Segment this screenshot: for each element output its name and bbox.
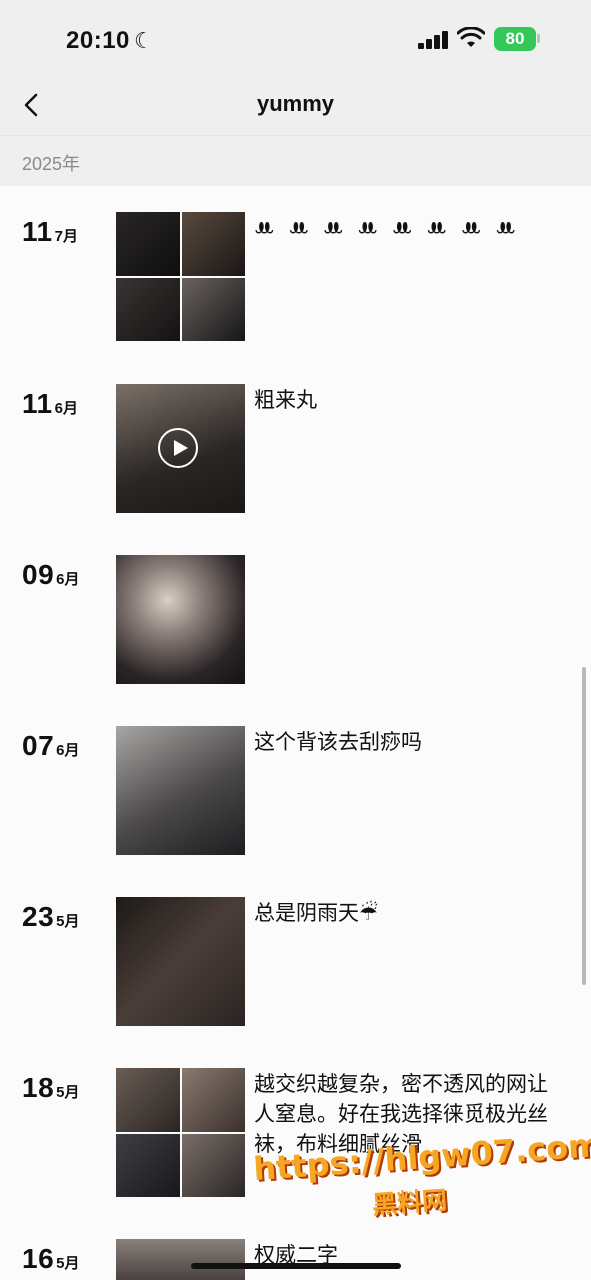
- photo-thumbnail[interactable]: [116, 1239, 245, 1280]
- entry-date: 11 6月: [22, 388, 78, 420]
- play-icon[interactable]: [158, 428, 198, 468]
- scrollbar[interactable]: [582, 667, 586, 985]
- photo-thumbnail[interactable]: [116, 555, 245, 684]
- entry-day: 11: [22, 216, 53, 247]
- wifi-icon: [457, 27, 485, 47]
- entry-month: 6月: [56, 571, 80, 588]
- entry-day: 18: [22, 1072, 55, 1103]
- home-indicator[interactable]: [191, 1263, 401, 1269]
- entry-month: 5月: [56, 913, 80, 930]
- entry-date: 18 5月: [22, 1072, 80, 1104]
- entry-month: 6月: [54, 400, 78, 417]
- entry-date: 07 6月: [22, 730, 80, 762]
- photo-thumbnail[interactable]: [116, 726, 245, 855]
- entry-day: 16: [22, 1243, 55, 1274]
- entry-caption: ꔚ ꔚ ꔚ ꔚ ꔚ ꔚ ꔚ ꔚ: [254, 217, 520, 240]
- entry-day: 23: [22, 901, 55, 932]
- entry-date: 16 5月: [22, 1243, 80, 1275]
- entry-month: 7月: [54, 228, 78, 245]
- photo-cell: [181, 277, 245, 341]
- year-label: 2025年: [22, 154, 81, 174]
- entry-caption: 这个背该去刮痧吗: [254, 731, 422, 754]
- entry-caption: 粗来丸: [254, 389, 317, 412]
- page-title: yummy: [256, 91, 335, 116]
- status-bar: 20:10 ☾ 80: [0, 0, 591, 80]
- battery-icon: 80: [494, 27, 536, 51]
- video-thumbnail[interactable]: [116, 384, 245, 513]
- moon-icon: ☾: [134, 28, 154, 53]
- status-time: 20:10: [66, 27, 130, 54]
- entry-day: 11: [22, 388, 53, 419]
- entry-day: 09: [22, 559, 55, 590]
- year-section-header: 2025年: [0, 135, 591, 186]
- cellular-signal-icon: [418, 31, 450, 49]
- photo-cell: [116, 1133, 180, 1197]
- photo-grid-thumbnail[interactable]: [116, 1068, 245, 1197]
- watermark-name: 黑料网: [371, 1185, 449, 1220]
- photo-cell: [181, 1068, 245, 1132]
- photo-cell: [116, 212, 180, 276]
- entry-date: 23 5月: [22, 901, 80, 933]
- entry-date: 11 7月: [22, 216, 78, 248]
- entry-month: 5月: [56, 1084, 80, 1101]
- entry-month: 5月: [56, 1255, 80, 1272]
- photo-cell: [181, 212, 245, 276]
- entry-caption: 总是阴雨天☔: [254, 902, 378, 925]
- photo-grid-thumbnail[interactable]: [116, 212, 245, 341]
- battery-cap: [537, 34, 540, 43]
- entry-day: 07: [22, 730, 55, 761]
- photo-cell: [116, 277, 180, 341]
- nav-bar: yummy: [0, 80, 591, 135]
- battery-level: 80: [505, 29, 525, 48]
- photo-cell: [116, 1068, 180, 1132]
- entry-month: 6月: [56, 742, 80, 759]
- entry-date: 09 6月: [22, 559, 80, 591]
- photo-cell: [181, 1133, 245, 1197]
- photo-thumbnail[interactable]: [116, 897, 245, 1026]
